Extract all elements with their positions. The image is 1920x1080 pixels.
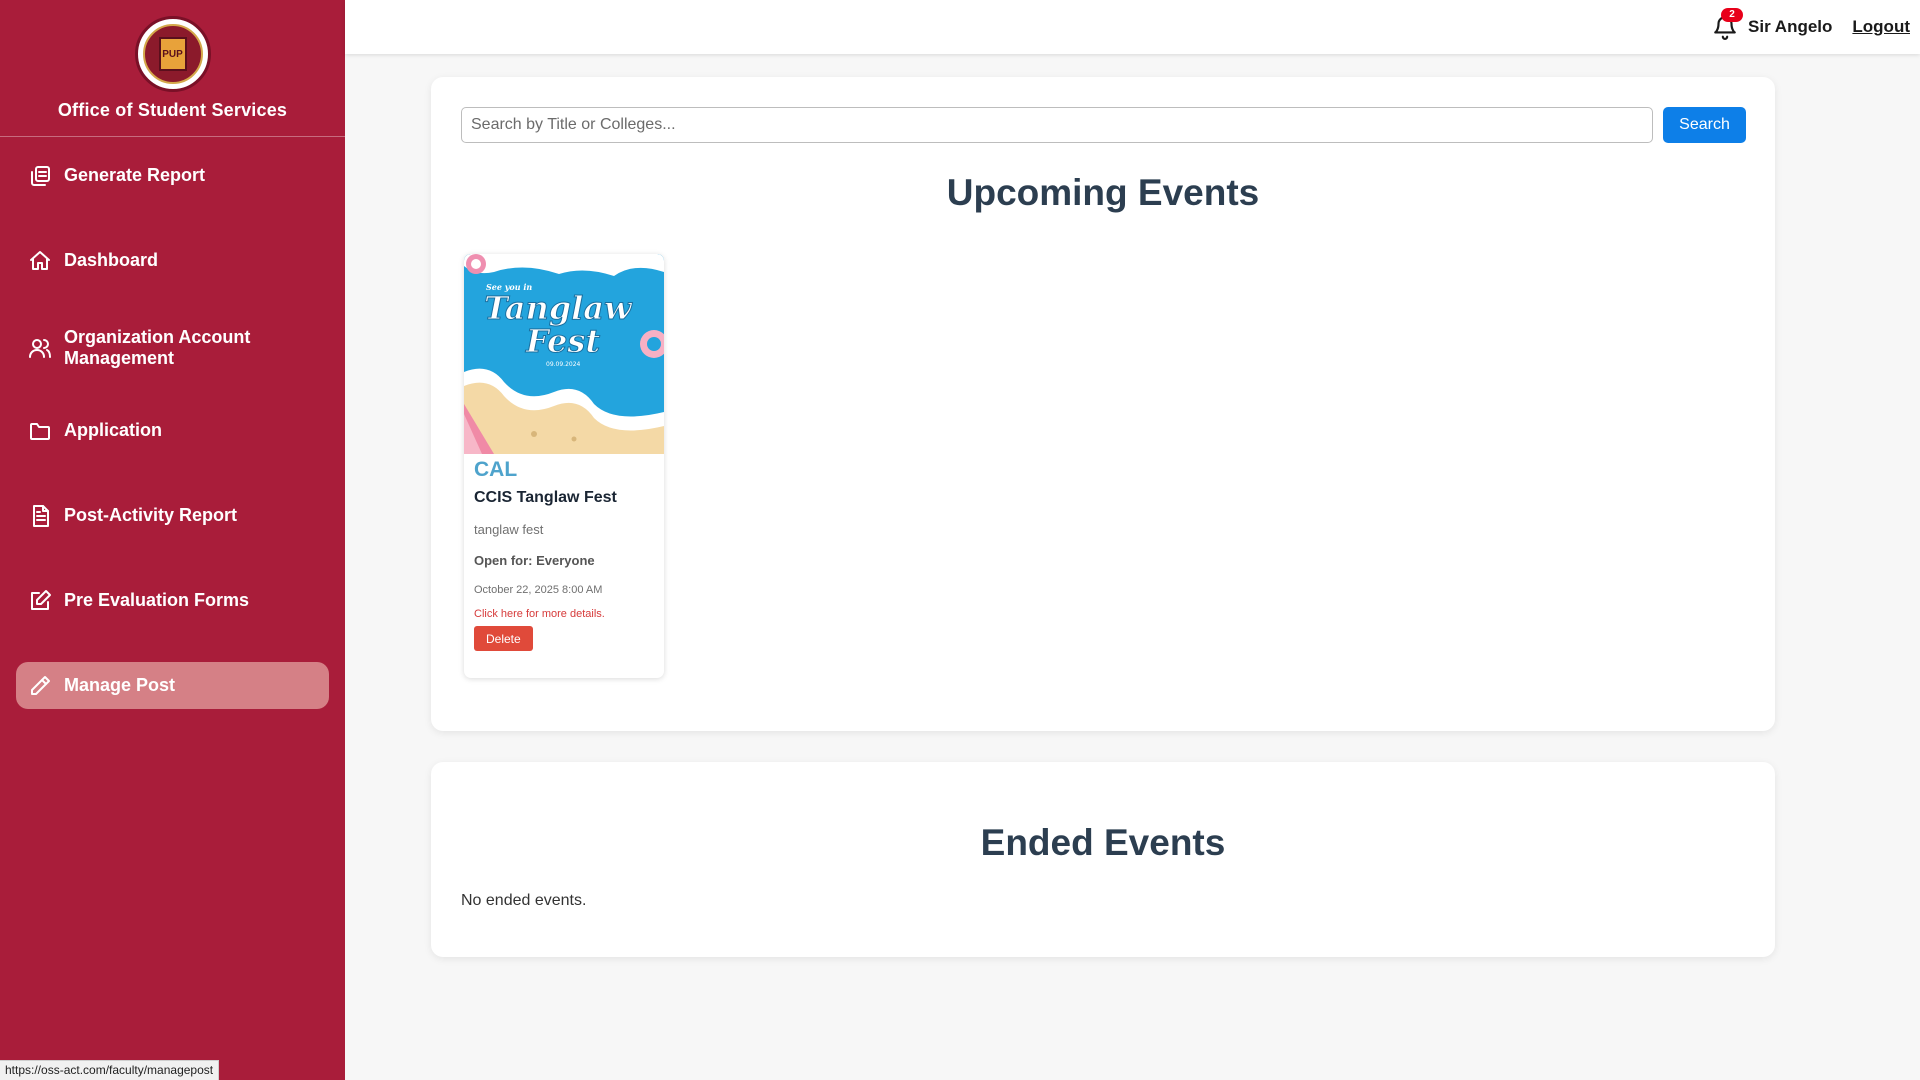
event-date: October 22, 2025 8:00 AM [474,584,603,596]
upcoming-events-title: Upcoming Events [946,172,1260,213]
notification-bell[interactable]: 2 [1712,8,1744,41]
sidebar-item-manage-post[interactable]: Manage Post [16,662,329,709]
no-ended-events-message: No ended events. [461,892,587,909]
sidebar-item-generate-report[interactable]: Generate Report [16,152,329,199]
sidebar-item-label: Application [64,420,162,440]
search-button[interactable]: Search [1663,107,1746,143]
sidebar-item-pre-evaluation-forms[interactable]: Pre Evaluation Forms [16,577,329,624]
delete-event-button[interactable]: Delete [474,626,533,651]
upcoming-events-panel: Search Upcoming Events See you in Tangla… [431,77,1775,731]
folder-icon [28,419,52,443]
event-audience: Open for: Everyone [474,553,595,568]
sidebar-item-label: Generate Report [64,165,206,185]
logout-link[interactable]: Logout [1852,17,1910,37]
office-title: Office of Student Services [57,100,288,120]
event-card-body: CAL CCIS Tanglaw Fest tanglaw fest Open … [464,454,664,651]
browser-status-url: https://oss-act.com/faculty/managepost [0,1060,220,1080]
search-input[interactable] [461,107,1653,143]
sidebar-item-label: Manage Post [64,675,176,695]
document-icon [28,504,52,528]
pencil-icon [28,674,52,698]
notification-badge: 2 [1721,8,1744,22]
report-icon [28,164,52,188]
top-bar: 2 Sir Angelo Logout [345,0,1920,54]
sidebar-item-dashboard[interactable]: Dashboard [16,237,329,284]
ended-events-title: Ended Events [980,822,1226,863]
edit-form-icon [28,589,52,613]
ended-events-panel: Ended Events No ended events. [431,762,1775,957]
users-icon [28,336,52,360]
home-icon [28,249,52,273]
sidebar-item-post-activity-report[interactable]: Post-Activity Report [16,492,329,539]
sidebar-item-label: Post-Activity Report [64,505,238,525]
logo-mark: PUP [158,37,187,71]
event-description: tanglaw fest [474,522,544,537]
sidebar-item-label: Dashboard [64,250,159,270]
sidebar: PUP Office of Student Services Generate … [0,0,345,1080]
sidebar-item-label: Organization Account Management [64,327,251,368]
poster-date: 09.09.2024 [546,361,581,368]
sidebar-header: PUP Office of Student Services [0,0,345,121]
search-bar: Search [461,107,1746,143]
event-poster-graphic: See you in Tanglaw Fest 09.09.2024 [464,254,664,454]
event-card[interactable]: See you in Tanglaw Fest 09.09.2024 CAL C… [464,254,664,678]
sidebar-item-label: Pre Evaluation Forms [64,590,250,610]
university-seal-logo: PUP [134,16,211,92]
event-poster-image: See you in Tanglaw Fest 09.09.2024 [464,254,664,454]
event-college: CAL [474,458,518,481]
event-title: CCIS Tanglaw Fest [474,489,617,506]
sidebar-divider [0,136,345,137]
sidebar-item-organization-account-management[interactable]: Organization Account Management [16,322,329,374]
poster-title-line2: Fest [525,322,600,360]
user-name: Sir Angelo [1748,17,1833,36]
sidebar-item-application[interactable]: Application [16,407,329,454]
event-details-link[interactable]: Click here for more details. [474,608,654,620]
sidebar-nav: Generate Report Dashboard Organization A… [0,152,345,709]
